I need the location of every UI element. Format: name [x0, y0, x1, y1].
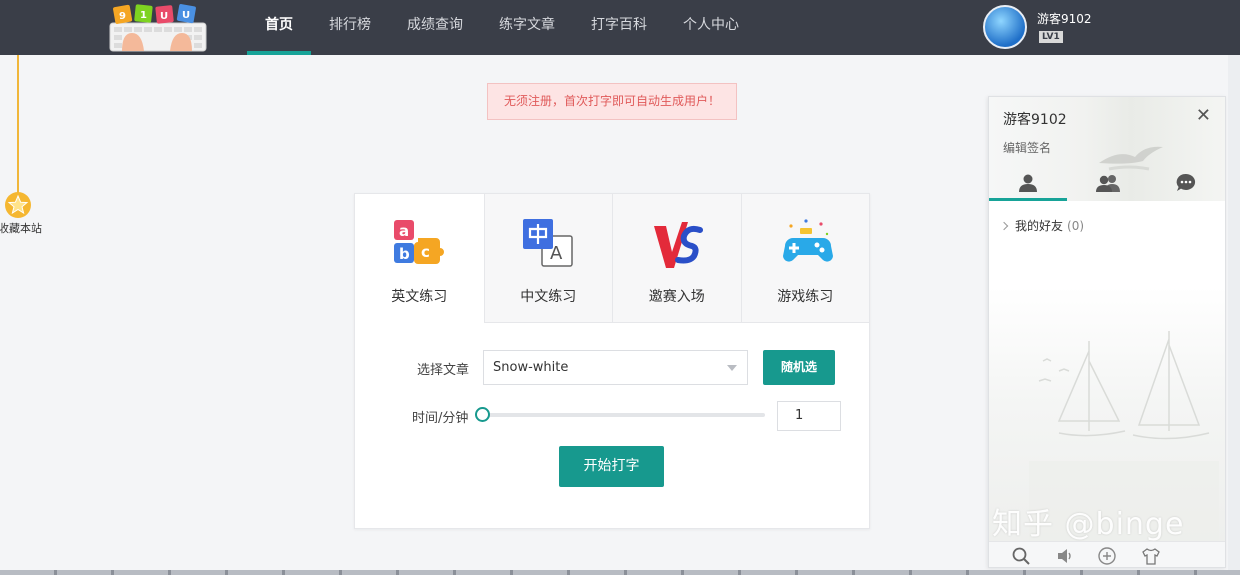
chat-panel-username: 游客9102	[1003, 112, 1067, 128]
time-input[interactable]: 1	[777, 401, 841, 431]
nav-user-center[interactable]: 个人中心	[665, 0, 757, 55]
vs-icon	[654, 222, 703, 268]
svg-text:a: a	[399, 222, 409, 240]
group-icon	[1096, 175, 1120, 192]
zhihu-watermark: 知乎 @binge	[992, 507, 1185, 542]
abc-blocks-icon: a b c	[394, 220, 444, 264]
friends-count: (0)	[1067, 219, 1085, 233]
page-scrollbar[interactable]	[1228, 55, 1240, 570]
bookmark-link[interactable]: 收藏本站	[0, 220, 42, 236]
time-slider[interactable]	[475, 407, 765, 422]
chevron-right-icon	[999, 221, 1009, 231]
practice-card: a b c 英文练习 A 中文练习 邀赛入场 游戏练习 选择文章 Snow-wh…	[354, 193, 870, 529]
svg-text:1: 1	[140, 10, 147, 21]
nav-typing-wiki[interactable]: 打字百科	[573, 0, 665, 55]
gamepad-icon	[782, 219, 833, 262]
user-name[interactable]: 游客9102	[1037, 10, 1092, 27]
tab-label: 邀赛入场	[648, 289, 705, 305]
svg-text:U: U	[160, 11, 168, 22]
bookmark-string	[17, 55, 19, 195]
tab-contacts[interactable]	[989, 167, 1067, 201]
skin-icon[interactable]	[1141, 546, 1161, 566]
bottom-keyboard-strip	[0, 570, 1240, 575]
svg-text:c: c	[421, 243, 430, 261]
time-slider-handle[interactable]	[475, 407, 490, 422]
add-icon[interactable]	[1097, 546, 1117, 566]
tab-invite-match[interactable]: 邀赛入场	[612, 194, 741, 323]
keyboard-logo-icon[interactable]: 9 1 U U	[108, 3, 208, 53]
chat-panel-body: 我的好友 (0)	[989, 201, 1225, 541]
user-avatar[interactable]	[983, 5, 1027, 49]
tab-messages[interactable]	[1147, 167, 1225, 201]
volume-icon[interactable]	[1055, 546, 1075, 566]
main-nav: 首页 排行榜 成绩查询 练字文章 打字百科 个人中心	[247, 0, 757, 55]
chat-panel-header: 游客9102 编辑签名 ✕	[989, 97, 1225, 201]
chat-bubble-icon	[1176, 173, 1196, 191]
notice-banner: 无须注册，首次打字即可自动生成用户！	[487, 83, 737, 120]
friends-label: 我的好友	[1015, 219, 1064, 233]
contact-icon	[1019, 174, 1037, 192]
friends-group[interactable]: 我的好友 (0)	[999, 217, 1085, 234]
tab-label: 英文练习	[391, 289, 448, 305]
zh-en-icon: A	[522, 219, 573, 267]
practice-tabs: a b c 英文练习 A 中文练习 邀赛入场 游戏练习	[355, 194, 869, 323]
search-icon[interactable]	[1011, 546, 1031, 566]
star-icon[interactable]	[3, 191, 33, 219]
tab-chinese-practice[interactable]: A 中文练习	[483, 194, 612, 323]
tab-groups[interactable]	[1069, 167, 1147, 201]
tab-game-practice[interactable]: 游戏练习	[740, 194, 869, 323]
chat-panel: 游客9102 编辑签名 ✕ 我的好友 (0) 知乎 @binge	[988, 96, 1226, 568]
svg-text:b: b	[399, 245, 410, 263]
nav-score-query[interactable]: 成绩查询	[389, 0, 481, 55]
tab-label: 中文练习	[520, 289, 577, 305]
article-select-value: Snow-white	[493, 360, 569, 375]
start-typing-button[interactable]: 开始打字	[559, 446, 664, 487]
article-select[interactable]: Snow-white	[483, 350, 748, 385]
tab-english-practice[interactable]: a b c 英文练习	[355, 194, 484, 323]
svg-text:9: 9	[119, 11, 126, 22]
edit-signature-link[interactable]: 编辑签名	[1003, 139, 1051, 156]
user-level-badge: LV1	[1039, 31, 1063, 43]
chat-panel-footer	[989, 541, 1225, 567]
tab-label: 游戏练习	[777, 289, 834, 305]
chevron-down-icon	[727, 365, 737, 371]
svg-text:U: U	[182, 10, 190, 21]
article-label: 选择文章	[417, 363, 470, 378]
top-navbar: 9 1 U U 首页 排行榜 成绩查询 练字文章 打字百科 个人中心 游客910…	[0, 0, 1240, 55]
close-icon[interactable]: ✕	[1196, 107, 1211, 125]
time-label: 时间/分钟	[412, 411, 469, 426]
nav-articles[interactable]: 练字文章	[481, 0, 573, 55]
random-select-button[interactable]: 随机选	[763, 350, 835, 385]
nav-ranking[interactable]: 排行榜	[311, 0, 389, 55]
nav-home[interactable]: 首页	[247, 0, 311, 55]
